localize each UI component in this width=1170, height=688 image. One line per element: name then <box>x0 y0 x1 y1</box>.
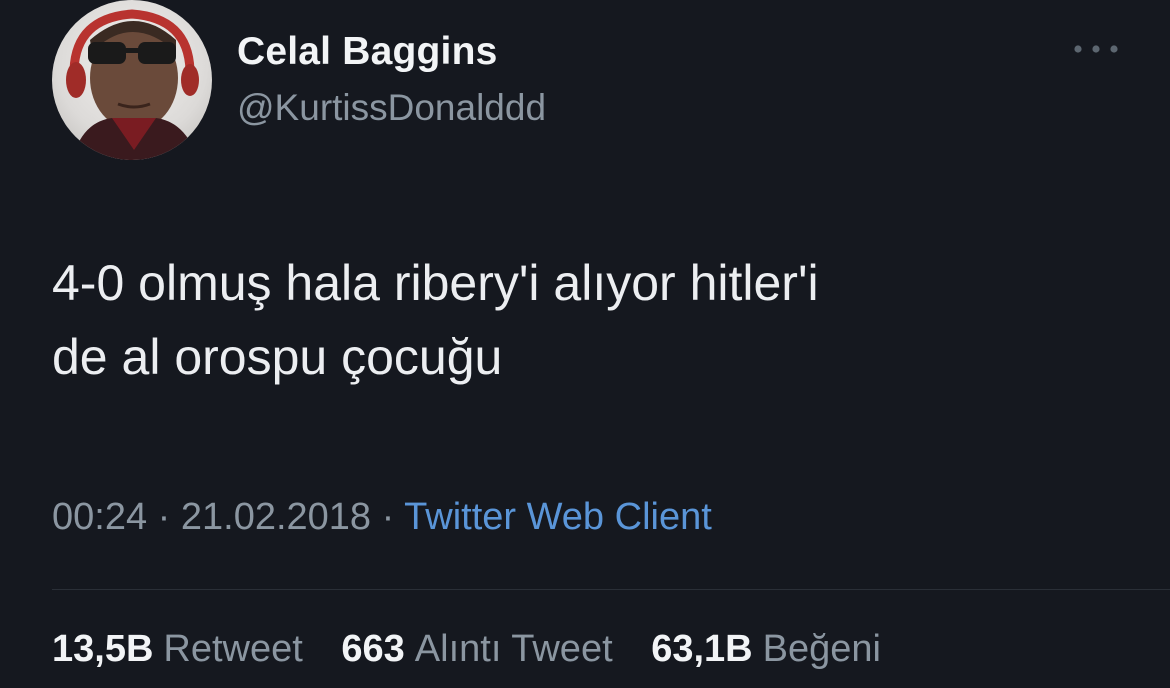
tweet-card: Celal Baggins @KurtissDonalddd 4-0 olmuş… <box>0 0 1170 688</box>
likes-stat[interactable]: 63,1B Beğeni <box>651 628 881 670</box>
profile-photo-icon <box>66 9 199 160</box>
likes-count: 63,1B <box>651 628 753 670</box>
tweet-stats: 13,5B Retweet 663 Alıntı Tweet 63,1B Beğeni <box>52 628 881 671</box>
meta-separator: · <box>381 496 395 538</box>
more-horizontal-icon <box>1074 45 1118 53</box>
meta-separator: · <box>157 496 171 538</box>
tweet-text-line: 4-0 olmuş hala ribery'i alıyor hitler'i <box>52 255 819 311</box>
quote-tweets-count: 663 <box>341 628 405 670</box>
quote-tweets-label: Alıntı Tweet <box>414 628 613 670</box>
retweets-count: 13,5B <box>52 628 154 670</box>
quote-tweets-stat[interactable]: 663 Alıntı Tweet <box>341 628 612 670</box>
user-handle[interactable]: @KurtissDonalddd <box>237 87 546 129</box>
more-options-button[interactable] <box>1068 36 1124 62</box>
divider <box>52 589 1170 590</box>
tweet-date[interactable]: 21.02.2018 <box>181 496 371 538</box>
display-name[interactable]: Celal Baggins <box>237 30 498 74</box>
retweets-label: Retweet <box>163 628 303 670</box>
retweets-stat[interactable]: 13,5B Retweet <box>52 628 303 670</box>
likes-label: Beğeni <box>762 628 881 670</box>
tweet-text: 4-0 olmuş hala ribery'i alıyor hitler'i d… <box>52 246 1112 394</box>
tweet-meta: 00:24 · 21.02.2018 · Twitter Web Client <box>52 496 712 539</box>
tweet-source-link[interactable]: Twitter Web Client <box>404 496 712 538</box>
tweet-time[interactable]: 00:24 <box>52 496 147 538</box>
tweet-text-line: de al orospu çocuğu <box>52 329 503 385</box>
avatar[interactable] <box>52 0 212 160</box>
